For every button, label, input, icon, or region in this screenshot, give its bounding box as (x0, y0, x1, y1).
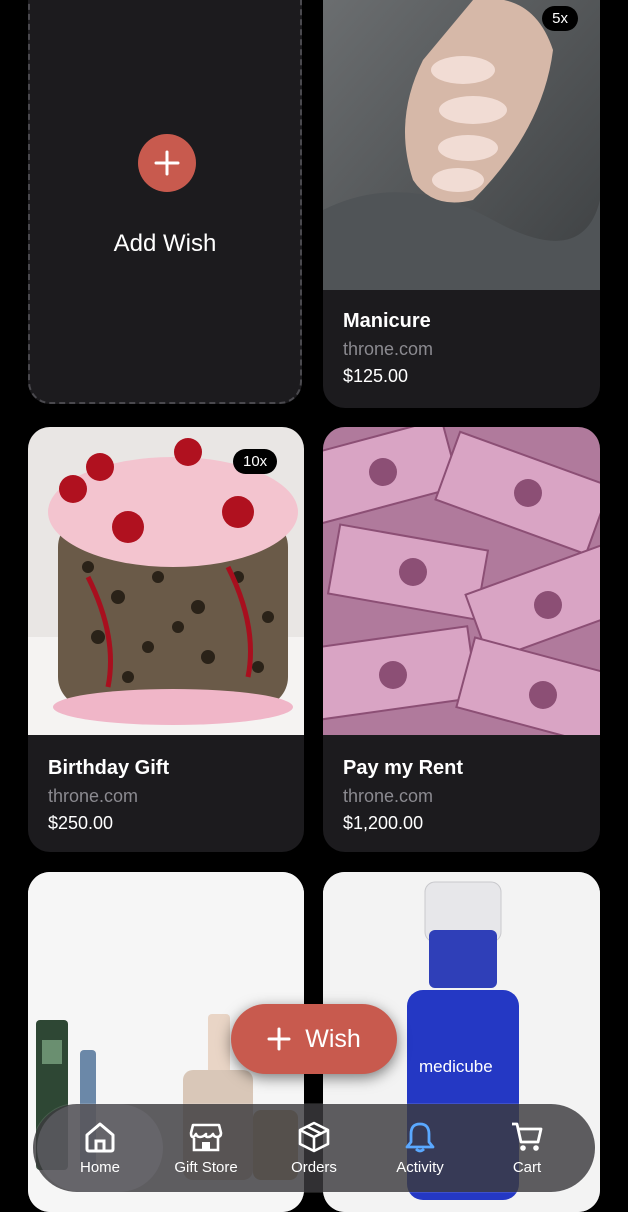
box-icon (298, 1121, 330, 1152)
bell-icon (405, 1122, 435, 1152)
tab-home[interactable]: Home (37, 1104, 163, 1192)
wish-title: Birthday Gift (48, 757, 170, 779)
wish-card-birthday-gift[interactable]: 10x Birthday Gift throne.com $250.00 (28, 427, 304, 852)
wish-card-pay-rent[interactable]: Pay my Rent throne.com $1,200.00 (323, 427, 600, 852)
tab-cart[interactable]: Cart (495, 1104, 559, 1192)
medicube-text: medicube (419, 1057, 493, 1076)
quantity-badge: 10x (233, 449, 278, 474)
manicure-image (323, 0, 600, 290)
quantity-badge: 5x (542, 6, 578, 31)
wish-price: $250.00 (48, 813, 114, 833)
wish-price: $125.00 (343, 366, 409, 386)
add-wish-card[interactable]: Add Wish (28, 0, 302, 404)
tab-orders[interactable]: Orders (278, 1104, 350, 1192)
cart-icon (512, 1122, 543, 1151)
plus-icon (154, 150, 180, 176)
tab-gift-store[interactable]: Gift Store (165, 1104, 247, 1192)
tab-label: Gift Store (174, 1158, 238, 1176)
tab-label: Orders (291, 1158, 337, 1176)
fab-label: Wish (305, 1024, 361, 1053)
wish-title: Manicure (343, 310, 431, 332)
wish-source: throne.com (48, 786, 139, 806)
tab-label: Home (79, 1158, 120, 1176)
home-icon (85, 1122, 115, 1152)
wish-source: throne.com (343, 786, 434, 806)
tab-activity[interactable]: Activity (383, 1104, 457, 1192)
money-image (323, 427, 600, 735)
wish-source: throne.com (343, 339, 434, 359)
add-wish-label: Add Wish (113, 230, 217, 257)
tab-label: Activity (396, 1158, 444, 1176)
add-wish-plus-button[interactable] (138, 134, 196, 192)
wish-title: Pay my Rent (343, 757, 464, 779)
add-wish-fab[interactable]: Wish (231, 1004, 397, 1074)
store-icon (189, 1123, 223, 1151)
wish-card-manicure[interactable]: 5x Manicure throne.com $125.00 (323, 0, 600, 408)
wish-price: $1,200.00 (343, 813, 424, 833)
plus-icon (267, 1027, 291, 1051)
bottom-tab-bar: Home Gift Store Orders Activity Cart (33, 1104, 595, 1192)
tab-label: Cart (512, 1158, 542, 1176)
